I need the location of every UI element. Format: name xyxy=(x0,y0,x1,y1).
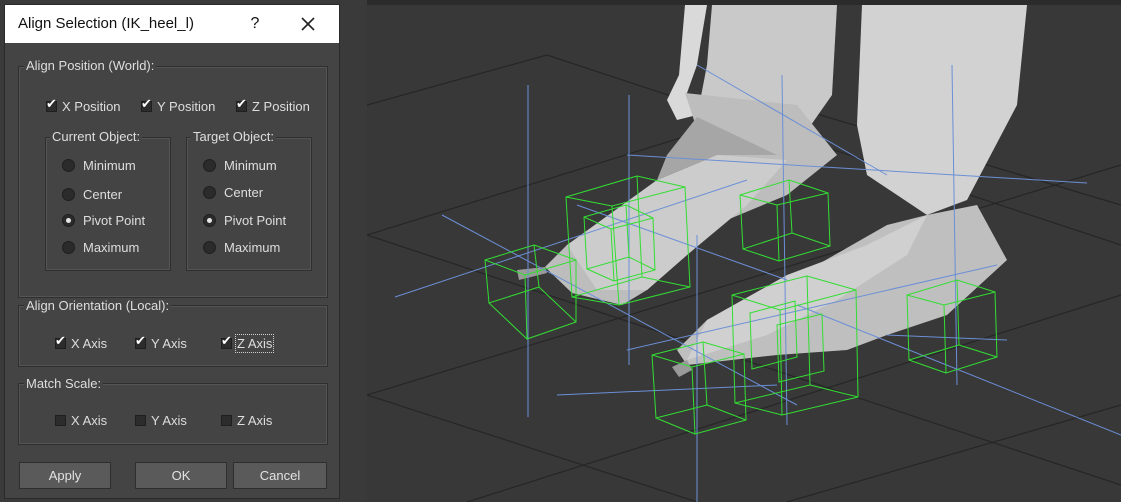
target-minimum-radio[interactable]: Minimum xyxy=(203,158,303,174)
y-position-checkbox[interactable]: ✔ Y Position xyxy=(141,97,226,115)
orientation-y-axis-checkbox[interactable]: ✔ Y Axis xyxy=(135,334,205,352)
x-position-box: ✔ xyxy=(46,97,57,112)
radio-circle xyxy=(203,186,216,199)
radio-circle xyxy=(62,241,75,254)
scale-y-axis-checkbox[interactable]: Y Axis xyxy=(135,413,205,429)
scale-z-box xyxy=(221,415,232,426)
cancel-button[interactable]: Cancel xyxy=(233,462,327,489)
checkmark-icon: ✔ xyxy=(135,333,146,348)
align-orientation-label: Align Orientation (Local): xyxy=(24,298,172,313)
target-minimum-label: Minimum xyxy=(224,158,277,173)
apply-button[interactable]: Apply xyxy=(19,462,111,489)
scale-y-label: Y Axis xyxy=(151,413,187,428)
close-button[interactable] xyxy=(295,11,321,37)
radio-circle xyxy=(62,188,75,201)
target-maximum-radio[interactable]: Maximum xyxy=(203,240,303,256)
current-center-label: Center xyxy=(83,187,123,202)
orientation-x-box: ✔ xyxy=(55,334,66,349)
left-leg-mesh xyxy=(517,5,837,305)
target-maximum-label: Maximum xyxy=(224,240,281,255)
current-maximum-radio[interactable]: Maximum xyxy=(62,240,162,256)
orientation-x-axis-checkbox[interactable]: ✔ X Axis xyxy=(55,334,125,352)
radio-circle xyxy=(203,159,216,172)
current-minimum-radio[interactable]: Minimum xyxy=(62,158,162,174)
viewport-scene xyxy=(367,5,1121,502)
scale-x-box xyxy=(55,415,66,426)
radio-circle xyxy=(203,241,216,254)
checkmark-icon: ✔ xyxy=(46,96,57,111)
current-pivot-point-label: Pivot Point xyxy=(83,213,146,228)
target-pivot-point-label: Pivot Point xyxy=(224,213,287,228)
orientation-y-box: ✔ xyxy=(135,334,146,349)
orientation-x-label: X Axis xyxy=(71,336,108,351)
orientation-z-box: ✔ xyxy=(221,334,232,349)
radio-circle xyxy=(62,159,75,172)
checkmark-icon: ✔ xyxy=(55,333,66,348)
match-scale-label: Match Scale: xyxy=(24,376,104,391)
checkmark-icon: ✔ xyxy=(236,96,247,111)
dialog-title: Align Selection (IK_heel_l) xyxy=(18,15,194,32)
z-position-label: Z Position xyxy=(252,99,310,114)
orientation-y-label: Y Axis xyxy=(151,336,187,351)
z-position-box: ✔ xyxy=(236,97,247,112)
y-position-label: Y Position xyxy=(157,99,216,114)
x-position-checkbox[interactable]: ✔ X Position xyxy=(46,97,131,115)
ok-button[interactable]: OK xyxy=(135,462,227,489)
target-center-radio[interactable]: Center xyxy=(203,185,303,201)
align-position-label: Align Position (World): xyxy=(24,58,157,73)
current-pivot-point-radio[interactable]: Pivot Point xyxy=(62,213,162,229)
radio-circle-selected xyxy=(203,214,216,227)
current-maximum-label: Maximum xyxy=(83,240,140,255)
scale-y-box xyxy=(135,415,146,426)
checkmark-icon: ✔ xyxy=(141,96,152,111)
close-icon xyxy=(301,17,315,31)
help-button[interactable]: ? xyxy=(243,11,267,37)
x-position-label: X Position xyxy=(62,99,121,114)
y-position-box: ✔ xyxy=(141,97,152,112)
orientation-z-axis-checkbox[interactable]: ✔ Z Axis xyxy=(221,334,291,353)
scale-z-axis-checkbox[interactable]: Z Axis xyxy=(221,413,291,429)
current-minimum-label: Minimum xyxy=(83,158,136,173)
radio-circle-selected xyxy=(62,214,75,227)
target-object-label: Target Object: xyxy=(191,129,276,144)
align-selection-dialog: Align Selection (IK_heel_l) ? Align Posi… xyxy=(4,4,340,499)
scale-z-label: Z Axis xyxy=(237,413,273,428)
target-center-label: Center xyxy=(224,185,264,200)
current-center-radio[interactable]: Center xyxy=(62,187,162,203)
checkmark-icon: ✔ xyxy=(221,333,232,348)
scale-x-axis-checkbox[interactable]: X Axis xyxy=(55,413,125,429)
scale-x-label: X Axis xyxy=(71,413,108,428)
z-position-checkbox[interactable]: ✔ Z Position xyxy=(236,97,321,115)
target-pivot-point-radio[interactable]: Pivot Point xyxy=(203,213,303,229)
3d-viewport[interactable] xyxy=(367,5,1121,502)
dialog-titlebar[interactable]: Align Selection (IK_heel_l) ? xyxy=(5,5,339,43)
orientation-z-label: Z Axis xyxy=(234,334,275,353)
current-object-label: Current Object: xyxy=(50,129,143,144)
